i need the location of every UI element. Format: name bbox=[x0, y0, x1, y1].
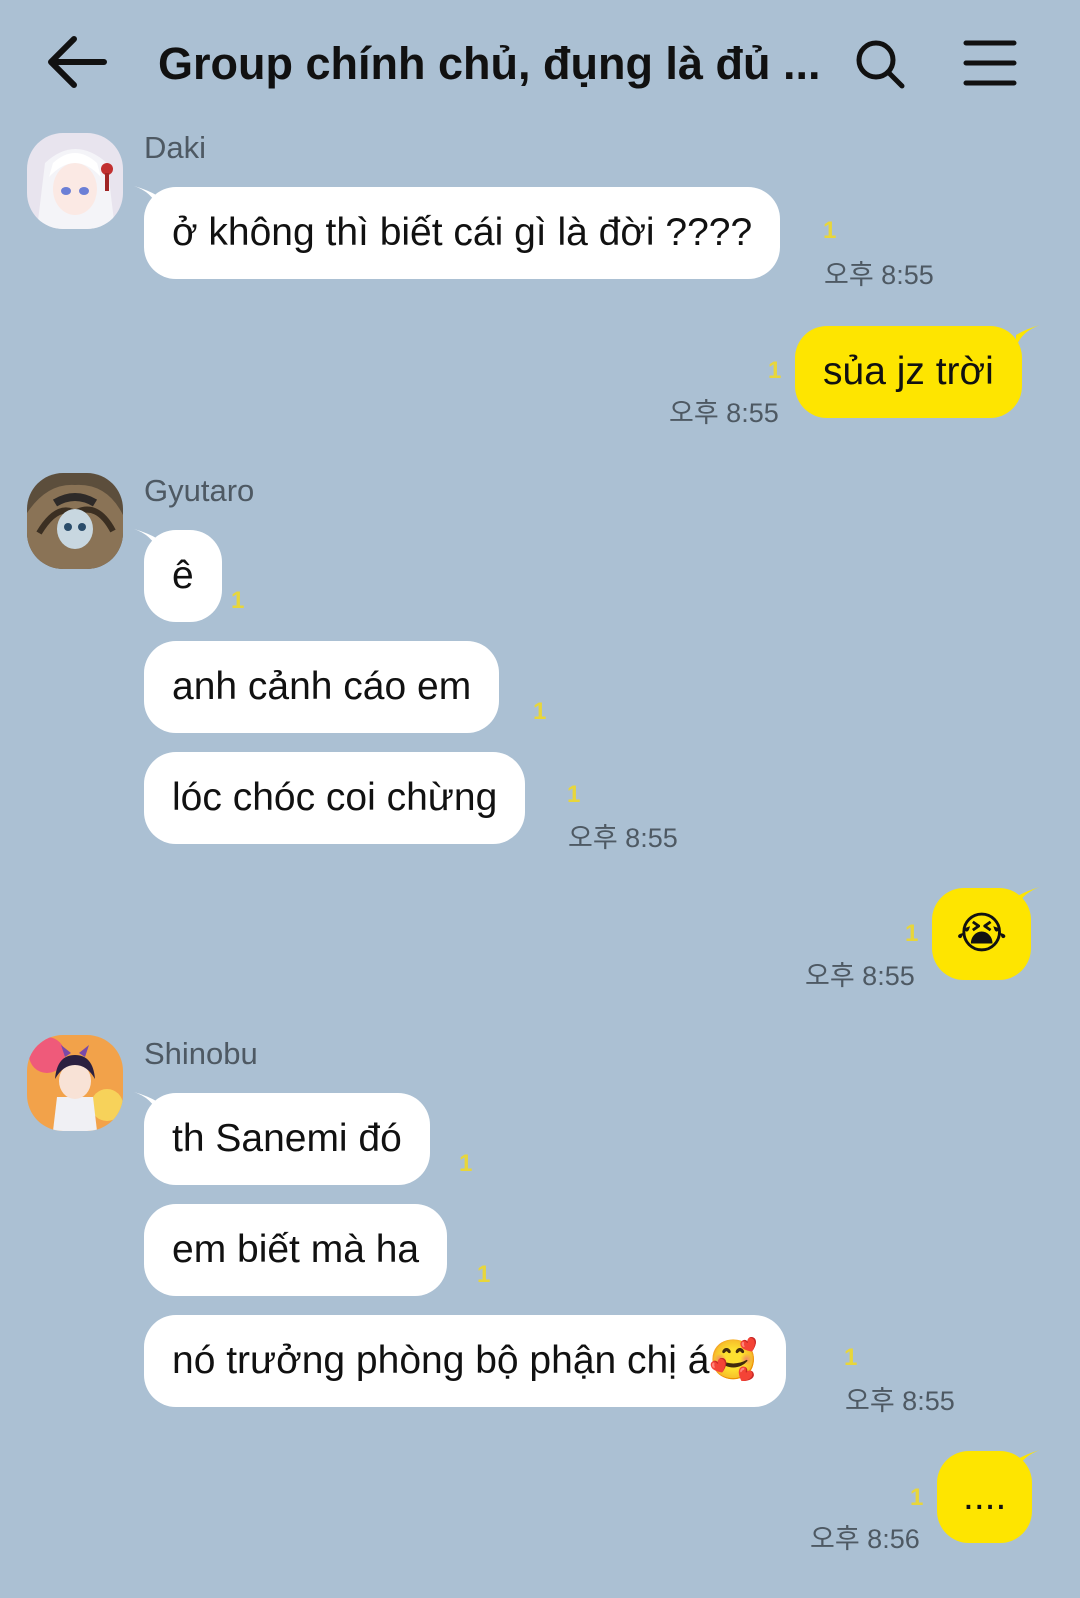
arrow-left-icon bbox=[48, 36, 107, 88]
message-bubble[interactable]: ê bbox=[144, 530, 222, 622]
chat-title: Group chính chủ, đụng là đủ ... bbox=[158, 38, 821, 89]
message-bubble[interactable]: em biết mà ha bbox=[144, 1204, 448, 1296]
avatar-image bbox=[27, 1035, 123, 1131]
message-bubble[interactable]: .... bbox=[937, 1451, 1033, 1543]
message-bubble[interactable]: nó trưởng phòng bộ phận chị á🥰 bbox=[144, 1315, 786, 1407]
avatar-gyutaro[interactable] bbox=[27, 473, 123, 569]
message-time: 오후 8:55 bbox=[805, 961, 915, 991]
unread-count: 1 bbox=[459, 1150, 473, 1177]
message-time: 오후 8:55 bbox=[845, 1386, 955, 1416]
hamburger-menu-icon bbox=[963, 40, 1017, 86]
message-bubble[interactable]: sủa jz trời bbox=[795, 326, 1022, 418]
message-time: 오후 8:55 bbox=[669, 398, 779, 428]
message-bubble[interactable]: 😭 bbox=[932, 888, 1032, 980]
avatar-daki[interactable] bbox=[27, 133, 123, 229]
unread-count: 1 bbox=[231, 587, 245, 614]
sender-name: Daki bbox=[144, 130, 207, 165]
message-bubble[interactable]: lóc chóc coi chừng bbox=[144, 752, 526, 844]
unread-count: 1 bbox=[768, 357, 782, 384]
unread-count: 1 bbox=[533, 698, 547, 725]
message-time: 오후 8:55 bbox=[824, 260, 934, 290]
unread-count: 1 bbox=[844, 1344, 858, 1371]
back-button[interactable] bbox=[44, 32, 110, 92]
search-button[interactable] bbox=[852, 36, 908, 92]
unread-count: 1 bbox=[905, 920, 919, 947]
search-icon bbox=[856, 40, 905, 89]
unread-count: 1 bbox=[477, 1261, 491, 1288]
avatar-image bbox=[27, 133, 123, 229]
sender-name: Shinobu bbox=[144, 1036, 258, 1071]
chat-header: Group chính chủ, đụng là đủ ... bbox=[0, 0, 1080, 130]
message-bubble[interactable]: th Sanemi đó bbox=[144, 1093, 430, 1185]
menu-button[interactable] bbox=[962, 38, 1018, 88]
message-time: 오후 8:56 bbox=[810, 1524, 920, 1554]
sender-name: Gyutaro bbox=[144, 473, 255, 508]
unread-count: 1 bbox=[910, 1484, 924, 1511]
unread-count: 1 bbox=[567, 781, 581, 808]
message-bubble[interactable]: ở không thì biết cái gì là đời ???? bbox=[144, 187, 781, 279]
message-time: 오후 8:55 bbox=[568, 823, 678, 853]
bubble-tail bbox=[1016, 325, 1040, 347]
unread-count: 1 bbox=[823, 217, 837, 244]
message-bubble[interactable]: anh cảnh cáo em bbox=[144, 641, 500, 733]
avatar-image bbox=[27, 473, 123, 569]
avatar-shinobu[interactable] bbox=[27, 1035, 123, 1131]
